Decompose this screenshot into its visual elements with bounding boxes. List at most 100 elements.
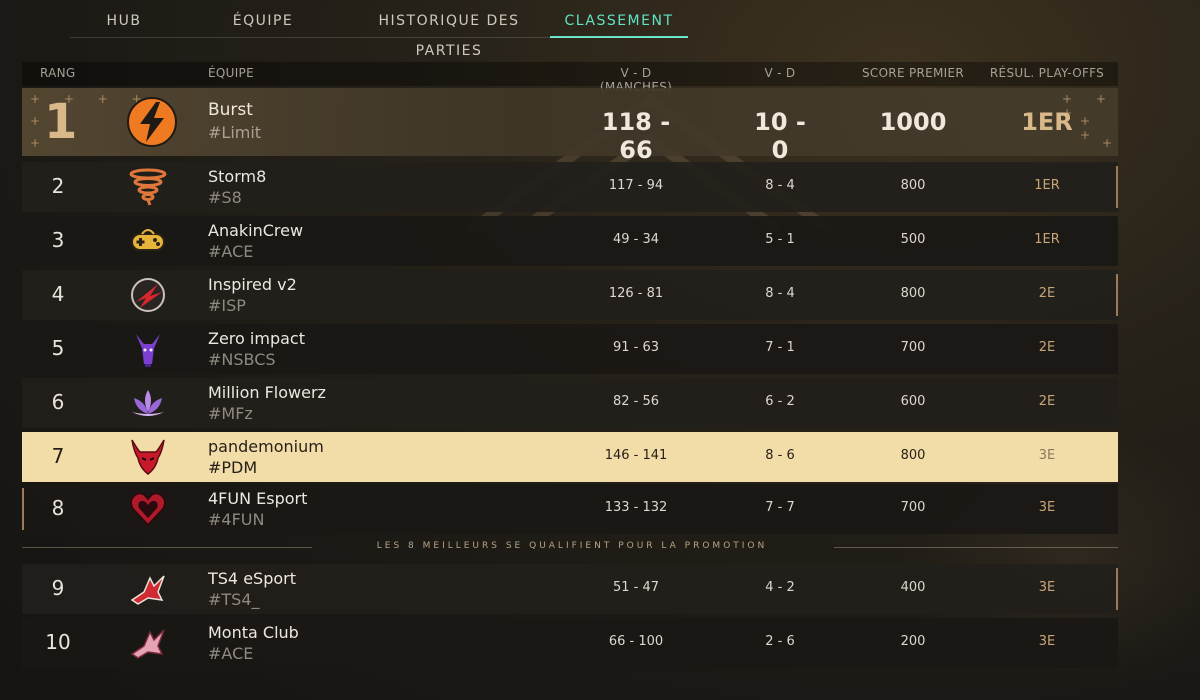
rounds-cell: 82 - 56 bbox=[612, 394, 660, 409]
team-name: Million Flowerz bbox=[208, 383, 326, 402]
team-name: Burst bbox=[208, 100, 253, 120]
table-header: RANG ÉQUIPE V - D (MANCHES) V - D SCORE … bbox=[22, 62, 1118, 94]
header-score: SCORE PREMIER bbox=[861, 66, 965, 80]
team-name: Inspired v2 bbox=[208, 275, 297, 294]
table-row[interactable]: 8 4FUN Esport #4FUN 133 - 132 7 - 7 700 … bbox=[22, 484, 1118, 534]
team-name: AnakinCrew bbox=[208, 221, 304, 240]
win-loss-cell: 4 - 2 bbox=[765, 580, 795, 595]
table-row[interactable]: 5 Zero impact #NSBCS 91 - 63 7 - 1 700 2… bbox=[22, 324, 1118, 374]
score-cell: 200 bbox=[900, 634, 926, 649]
win-loss-cell: 7 - 1 bbox=[765, 340, 795, 355]
score-cell: 1000 bbox=[879, 108, 947, 136]
table-row[interactable]: 4 Inspired v2 #ISP 126 - 81 8 - 4 800 2E bbox=[22, 270, 1118, 320]
rank-number: 9 bbox=[51, 576, 65, 600]
win-loss-cell: 5 - 1 bbox=[765, 232, 795, 247]
rank-number: 6 bbox=[51, 390, 65, 414]
playoffs-cell: 1ER bbox=[1021, 108, 1073, 136]
tab-hub[interactable]: HUB bbox=[70, 6, 178, 38]
playoffs-cell: 3E bbox=[1038, 580, 1056, 595]
table-row[interactable]: 3 AnakinCrew #ACE 49 - 34 5 - 1 500 1ER bbox=[22, 216, 1118, 266]
team-tag: #ACE bbox=[208, 644, 254, 663]
rounds-cell: 51 - 47 bbox=[612, 580, 660, 595]
table-row[interactable]: 2 Storm8 #S8 117 - 94 8 - 4 800 1ER bbox=[22, 162, 1118, 212]
tab-equipe[interactable]: ÉQUIPE bbox=[178, 6, 348, 38]
team-name: Storm8 bbox=[208, 167, 267, 186]
team-name: Zero impact bbox=[208, 329, 305, 348]
rank-number: 8 bbox=[51, 496, 65, 520]
heart-icon bbox=[129, 492, 167, 527]
playoffs-cell: 2E bbox=[1038, 286, 1056, 301]
top-tabs: HUB ÉQUIPE HISTORIQUE DES PARTIES CLASSE… bbox=[70, 6, 688, 59]
demon-icon bbox=[131, 439, 165, 475]
table-row[interactable]: 9 TS4 eSport #TS4_ 51 - 47 4 - 2 400 3E bbox=[22, 564, 1118, 614]
row-edge bbox=[22, 488, 24, 530]
header-playoffs: RÉSUL. PLAY-OFFS bbox=[989, 66, 1105, 80]
rounds-cell: 146 - 141 bbox=[604, 448, 668, 463]
score-cell: 600 bbox=[900, 394, 926, 409]
row-edge bbox=[1116, 166, 1118, 208]
table-row[interactable]: 10 Monta Club #ACE 66 - 100 2 - 6 200 3E bbox=[22, 618, 1118, 668]
score-cell: 700 bbox=[900, 500, 926, 515]
team-tag: #4FUN bbox=[208, 510, 265, 529]
header-team: ÉQUIPE bbox=[208, 66, 254, 80]
rounds-cell: 49 - 34 bbox=[612, 232, 660, 247]
score-cell: 400 bbox=[900, 580, 926, 595]
tab-historique[interactable]: HISTORIQUE DES PARTIES bbox=[348, 6, 550, 59]
pink-fox-icon bbox=[130, 629, 165, 659]
playoffs-cell: 1ER bbox=[1034, 178, 1060, 193]
rank-number: 7 bbox=[51, 444, 65, 468]
score-cell: 700 bbox=[900, 340, 926, 355]
team-name: TS4 eSport bbox=[208, 569, 296, 588]
rounds-cell: 66 - 100 bbox=[608, 634, 664, 649]
tornado-icon bbox=[129, 168, 167, 206]
table-row[interactable]: 6 Million Flowerz #MFz 82 - 56 6 - 2 600… bbox=[22, 378, 1118, 428]
playoffs-cell: 3E bbox=[1038, 500, 1056, 515]
table-row-first[interactable]: + + + + + + + + + + + + + 1 Burst #Limit… bbox=[22, 88, 1118, 164]
score-cell: 500 bbox=[900, 232, 926, 247]
tab-classement[interactable]: CLASSEMENT bbox=[550, 6, 688, 38]
rounds-cell: 117 - 94 bbox=[608, 178, 664, 193]
rounds-cell: 133 - 132 bbox=[604, 500, 668, 515]
score-cell: 800 bbox=[900, 286, 926, 301]
team-tag: #MFz bbox=[208, 404, 253, 423]
tabs-divider bbox=[70, 37, 688, 38]
rank-number: 5 bbox=[51, 336, 65, 360]
rank-number: 10 bbox=[45, 630, 71, 654]
separator-line-left bbox=[22, 547, 312, 548]
team-tag: #ACE bbox=[208, 242, 254, 261]
team-tag: #S8 bbox=[208, 188, 242, 207]
rank-number: 1 bbox=[44, 94, 78, 150]
playoffs-cell: 1ER bbox=[1034, 232, 1060, 247]
red-streak-icon bbox=[131, 278, 165, 312]
win-loss-cell: 8 - 6 bbox=[765, 448, 795, 463]
team-tag: #PDM bbox=[208, 458, 258, 477]
header-win-loss: V - D bbox=[764, 66, 796, 80]
rank-number: 2 bbox=[51, 174, 65, 198]
gamepad-icon bbox=[131, 229, 165, 251]
score-cell: 800 bbox=[900, 448, 926, 463]
table-row-current-team[interactable]: 7 pandemonium #PDM 146 - 141 8 - 6 800 3… bbox=[22, 432, 1118, 482]
playoffs-cell: 3E bbox=[1038, 448, 1056, 463]
team-tag: #NSBCS bbox=[208, 350, 276, 369]
rank-number: 3 bbox=[51, 228, 65, 252]
promotion-note: LES 8 MEILLEURS SE QUALIFIENT POUR LA PR… bbox=[376, 541, 768, 551]
win-loss-cell: 10 - 0 bbox=[754, 108, 806, 164]
header-rank: RANG bbox=[40, 66, 76, 80]
lotus-icon bbox=[132, 390, 164, 416]
team-name: Monta Club bbox=[208, 623, 299, 642]
win-loss-cell: 7 - 7 bbox=[765, 500, 795, 515]
team-tag: #ISP bbox=[208, 296, 246, 315]
rounds-cell: 91 - 63 bbox=[612, 340, 660, 355]
team-tag: #Limit bbox=[208, 123, 262, 142]
rank-number: 4 bbox=[51, 282, 65, 306]
burst-lightning-icon bbox=[127, 97, 177, 147]
win-loss-cell: 6 - 2 bbox=[765, 394, 795, 409]
playoffs-cell: 3E bbox=[1038, 634, 1056, 649]
playoffs-cell: 2E bbox=[1038, 340, 1056, 355]
rounds-cell: 118 - 66 bbox=[601, 108, 671, 164]
row-edge bbox=[1116, 274, 1118, 316]
team-name: pandemonium bbox=[208, 437, 324, 456]
playoffs-cell: 2E bbox=[1038, 394, 1056, 409]
decor-plus: + bbox=[1102, 136, 1123, 150]
promotion-separator: LES 8 MEILLEURS SE QUALIFIENT POUR LA PR… bbox=[22, 538, 1118, 558]
